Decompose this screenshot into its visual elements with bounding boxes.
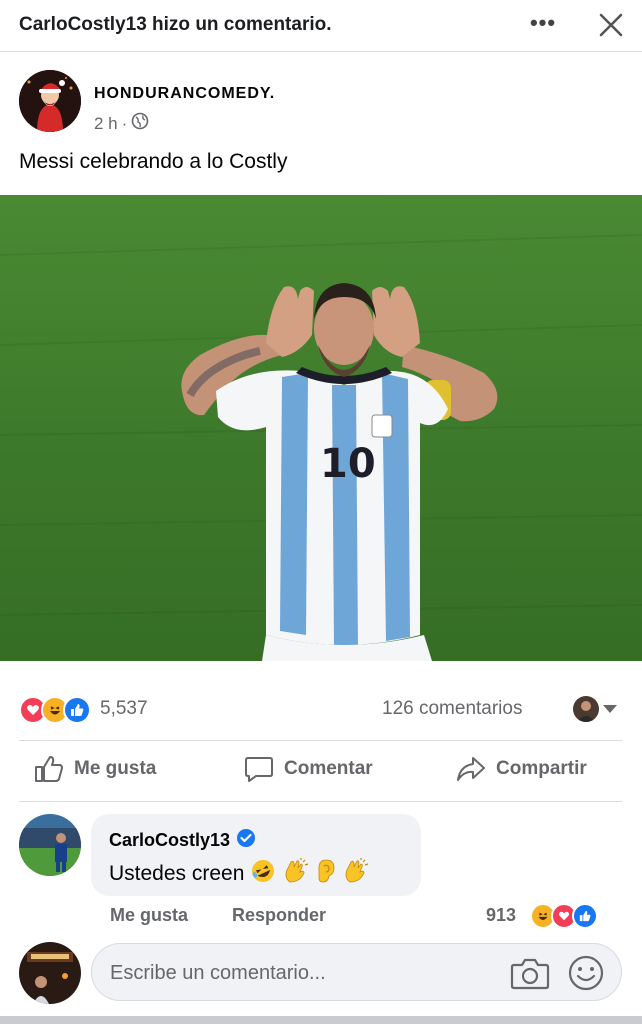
comment-author-row: CarloCostly13 — [109, 828, 256, 853]
top-bar: CarloCostly13 hizo un comentario. ••• — [0, 0, 642, 52]
page-name[interactable]: HONDURANCOMEDY. — [94, 85, 275, 103]
like-label: Me gusta — [74, 758, 157, 779]
like-icon — [572, 903, 598, 929]
thumbs-up-icon — [35, 756, 63, 782]
post-header: HONDURANCOMEDY. 2 h · — [0, 60, 642, 140]
bottom-bar — [0, 1016, 642, 1024]
comment-reaction-count[interactable]: 913 — [486, 905, 516, 926]
notification-title: CarloCostly13 hizo un comentario. — [19, 14, 332, 35]
globe-icon — [131, 112, 149, 135]
reaction-count[interactable]: 5,537 — [100, 698, 148, 720]
comment-author[interactable]: CarloCostly13 — [109, 830, 230, 851]
jersey-number: 10 — [320, 441, 376, 487]
comment-text: Ustedes creen — [109, 862, 245, 885]
comment-composer: Escribe un comentario... — [0, 940, 642, 1010]
comment-reply-button[interactable]: Responder — [232, 905, 326, 926]
like-icon — [63, 696, 91, 724]
divider — [19, 740, 622, 741]
post-time[interactable]: 2 h — [94, 114, 118, 134]
share-label: Compartir — [496, 758, 587, 779]
comment-input-placeholder: Escribe un comentario... — [110, 962, 326, 984]
reaction-icons[interactable] — [19, 696, 91, 724]
comment-bubble[interactable]: CarloCostly13 Ustedes creen — [91, 814, 421, 896]
clapping-hands-emoji-icon — [282, 858, 310, 890]
post-meta: 2 h · — [94, 112, 149, 135]
commenter-avatar[interactable] — [19, 814, 81, 876]
user-avatar[interactable] — [19, 942, 81, 1004]
viewer-avatar[interactable] — [573, 696, 599, 722]
page-avatar[interactable] — [19, 70, 81, 132]
comment: CarloCostly13 Ustedes creen Me gusta Res… — [0, 808, 642, 933]
smiley-icon[interactable] — [567, 954, 605, 997]
comment-text-row: Ustedes creen — [109, 858, 370, 890]
post-actions: Me gusta Comentar Compartir — [0, 745, 642, 797]
comment-input[interactable]: Escribe un comentario... — [91, 943, 622, 1001]
post-caption: Messi celebrando a lo Costly — [19, 150, 288, 173]
comment-like-button[interactable]: Me gusta — [110, 905, 188, 926]
rolling-laughing-emoji-icon — [250, 858, 276, 890]
camera-icon[interactable] — [510, 956, 550, 995]
divider — [19, 801, 622, 802]
more-options-icon[interactable]: ••• — [527, 10, 559, 40]
post-photo[interactable]: 10 — [0, 195, 642, 661]
ear-emoji-icon — [316, 858, 336, 890]
reaction-stats: 5,537 126 comentarios — [0, 690, 642, 730]
chevron-down-icon[interactable] — [603, 705, 617, 713]
comments-count[interactable]: 126 comentarios — [382, 698, 522, 720]
clapping-hands-emoji-icon — [342, 858, 370, 890]
meta-separator: · — [121, 113, 128, 133]
comment-label: Comentar — [284, 758, 373, 779]
comment-reaction-icons[interactable] — [530, 903, 598, 929]
share-button[interactable]: Compartir — [456, 755, 587, 783]
close-icon[interactable] — [596, 10, 626, 40]
comment-icon — [245, 757, 273, 782]
verified-badge-icon — [236, 828, 256, 853]
like-button[interactable]: Me gusta — [34, 755, 156, 783]
comment-button[interactable]: Comentar — [244, 755, 373, 783]
share-icon — [457, 757, 485, 781]
